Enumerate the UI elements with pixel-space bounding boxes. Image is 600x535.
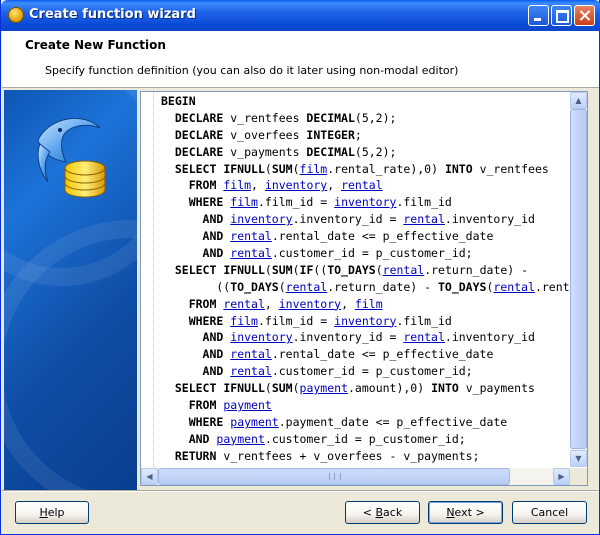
scroll-down-icon[interactable]: ▼ — [570, 450, 587, 467]
code-line: SELECT IFNULL(SUM(payment.amount),0) INT… — [174, 381, 535, 396]
vertical-scroll-thumb[interactable] — [570, 109, 587, 449]
cancel-button[interactable]: Cancel — [512, 501, 587, 524]
scroll-left-icon[interactable]: ◀ — [141, 468, 158, 485]
page-subtitle: Specify function definition (you can als… — [45, 64, 459, 77]
code-line: DECLARE v_rentfees DECIMAL(5,2); — [174, 110, 397, 125]
code-line: FROM rental, inventory, film — [188, 296, 383, 311]
code-line: FROM payment — [188, 398, 272, 413]
maximize-button[interactable] — [551, 5, 572, 26]
editor-gutter — [141, 92, 154, 467]
code-line: BEGIN — [161, 94, 196, 108]
horizontal-scrollbar[interactable]: ◀ ▶ — [141, 468, 570, 485]
code-line: AND inventory.inventory_id = rental.inve… — [202, 212, 535, 227]
horizontal-scroll-thumb[interactable] — [158, 468, 510, 485]
code-line: AND rental.rental_date <= p_effective_da… — [202, 229, 494, 244]
vertical-scrollbar[interactable]: ▲ ▼ — [570, 92, 587, 467]
minimize-button[interactable] — [528, 5, 549, 26]
code-line: AND inventory.inventory_id = rental.inve… — [202, 330, 535, 345]
code-line: WHERE payment.payment_date <= p_effectiv… — [188, 414, 508, 429]
code-line: ((TO_DAYS(rental.return_date) - TO_DAYS(… — [161, 279, 569, 294]
title-bar[interactable]: Create function wizard — [1, 0, 600, 31]
footer-separator — [2, 490, 599, 492]
scroll-up-icon[interactable]: ▲ — [570, 92, 587, 109]
wizard-window: Create function wizard Create New Functi… — [0, 0, 600, 535]
app-icon — [8, 7, 24, 23]
sql-code[interactable]: BEGIN DECLARE v_rentfees DECIMAL(5,2); D… — [161, 93, 569, 465]
scroll-grip-icon — [329, 473, 341, 480]
code-line: DECLARE v_payments DECIMAL(5,2); — [174, 144, 397, 159]
back-button[interactable]: < Back — [345, 501, 420, 524]
code-line: SELECT IFNULL(SUM(IF((TO_DAYS(rental.ret… — [174, 262, 535, 277]
code-line: RETURN v_rentfees + v_overfees - v_payme… — [174, 448, 480, 463]
code-line: AND rental.customer_id = p_customer_id; — [202, 246, 473, 261]
code-line: WHERE film.film_id = inventory.film_id — [188, 195, 452, 210]
scrollbar-corner — [570, 468, 587, 485]
close-button[interactable] — [574, 5, 595, 26]
code-line: DECLARE v_overfees INTEGER; — [174, 127, 362, 142]
code-line: WHERE film.film_id = inventory.film_id — [188, 313, 452, 328]
code-line: AND payment.customer_id = p_customer_id; — [188, 431, 466, 446]
window-title: Create function wizard — [29, 7, 196, 22]
help-button[interactable]: Help — [15, 501, 89, 524]
wizard-header: Create New Function Specify function def… — [2, 31, 599, 88]
code-line: SELECT IFNULL(SUM(film.rental_rate),0) I… — [174, 161, 549, 176]
code-line: AND rental.customer_id = p_customer_id; — [202, 364, 473, 379]
code-line: AND rental.rental_date <= p_effective_da… — [202, 347, 494, 362]
next-button[interactable]: Next > — [428, 501, 503, 524]
sidebar-banner — [4, 90, 137, 490]
page-title: Create New Function — [25, 38, 166, 52]
scroll-right-icon[interactable]: ▶ — [553, 468, 570, 485]
mysql-dolphin-database-icon — [37, 117, 106, 198]
code-line: FROM film, inventory, rental — [188, 178, 383, 193]
function-definition-editor[interactable]: BEGIN DECLARE v_rentfees DECIMAL(5,2); D… — [140, 91, 588, 486]
